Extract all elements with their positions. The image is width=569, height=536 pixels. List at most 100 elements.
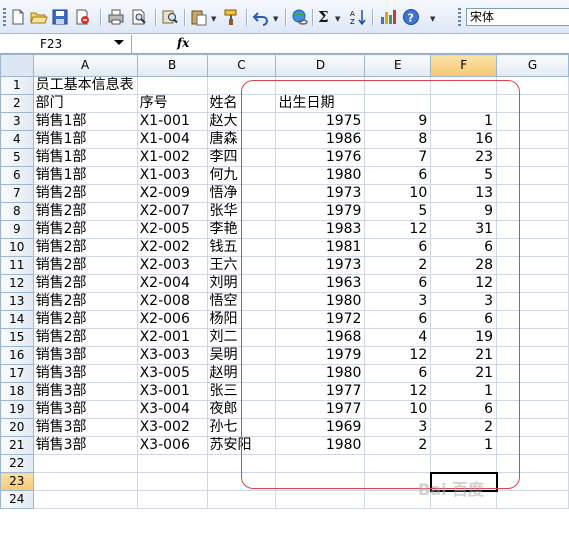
- cell-f20[interactable]: 2: [430, 418, 498, 437]
- cell-a4[interactable]: 销售1部: [32, 130, 138, 149]
- row-header[interactable]: 14: [0, 310, 34, 329]
- cell-f3[interactable]: 1: [430, 112, 498, 131]
- cell-c6[interactable]: 何九: [206, 166, 277, 185]
- research-icon[interactable]: [161, 8, 179, 26]
- cell-e14[interactable]: 6: [364, 310, 432, 329]
- row-header[interactable]: 1: [0, 76, 34, 95]
- row-header[interactable]: 17: [0, 364, 34, 383]
- toolbar-grip[interactable]: [458, 8, 461, 28]
- cell-e6[interactable]: 6: [364, 166, 432, 185]
- cell-c7[interactable]: 悟净: [206, 184, 277, 203]
- cell-c9[interactable]: 李艳: [206, 220, 277, 239]
- undo-icon[interactable]: [252, 8, 270, 26]
- cell-d12[interactable]: 1963: [275, 274, 366, 293]
- row-header[interactable]: 11: [0, 256, 34, 275]
- cell-e22[interactable]: [364, 454, 432, 473]
- cell-a14[interactable]: 销售2部: [32, 310, 138, 329]
- cell-f24[interactable]: [430, 490, 498, 509]
- cell-f2[interactable]: [430, 94, 498, 113]
- row-header[interactable]: 3: [0, 112, 34, 131]
- cell-d19[interactable]: 1977: [275, 400, 366, 419]
- font-name-select[interactable]: 宋体: [466, 8, 569, 26]
- cell-f22[interactable]: [430, 454, 498, 473]
- cell-d7[interactable]: 1973: [275, 184, 366, 203]
- cell-b18[interactable]: X3-001: [136, 382, 208, 401]
- cell-d10[interactable]: 1981: [275, 238, 366, 257]
- cell-b19[interactable]: X3-004: [136, 400, 208, 419]
- help-icon[interactable]: ?: [402, 8, 420, 26]
- cell-f18[interactable]: 1: [430, 382, 498, 401]
- cell-f5[interactable]: 23: [430, 148, 498, 167]
- formula-input[interactable]: [196, 35, 569, 53]
- column-header-f[interactable]: F: [430, 54, 498, 77]
- cell-g6[interactable]: [496, 166, 569, 185]
- cell-a15[interactable]: 销售2部: [32, 328, 138, 347]
- cell-a5[interactable]: 销售1部: [32, 148, 138, 167]
- cell-e18[interactable]: 12: [364, 382, 432, 401]
- chart-wizard-icon[interactable]: [379, 8, 397, 26]
- cell-a20[interactable]: 销售3部: [32, 418, 138, 437]
- column-header-a[interactable]: A: [32, 54, 138, 77]
- sort-ascending-icon[interactable]: AZ: [349, 8, 367, 26]
- cell-g13[interactable]: [496, 292, 569, 311]
- cell-a9[interactable]: 销售2部: [32, 220, 138, 239]
- cell-g23[interactable]: [496, 472, 569, 491]
- cell-c23[interactable]: [206, 472, 277, 491]
- row-header[interactable]: 18: [0, 382, 34, 401]
- cell-a24[interactable]: [32, 490, 138, 509]
- autosum-icon[interactable]: Σ: [318, 9, 329, 25]
- cell-d4[interactable]: 1986: [275, 130, 366, 149]
- cell-e11[interactable]: 2: [364, 256, 432, 275]
- undo-dropdown-arrow[interactable]: ▼: [273, 16, 278, 23]
- row-header[interactable]: 7: [0, 184, 34, 203]
- cell-a7[interactable]: 销售2部: [32, 184, 138, 203]
- cell-f21[interactable]: 1: [430, 436, 498, 455]
- cell-b8[interactable]: X2-007: [136, 202, 208, 221]
- permission-icon[interactable]: [73, 8, 91, 26]
- cell-a3[interactable]: 销售1部: [32, 112, 138, 131]
- cell-c20[interactable]: 孙七: [206, 418, 277, 437]
- cell-b7[interactable]: X2-009: [136, 184, 208, 203]
- cell-b6[interactable]: X1-003: [136, 166, 208, 185]
- cell-g22[interactable]: [496, 454, 569, 473]
- row-header[interactable]: 20: [0, 418, 34, 437]
- cell-e7[interactable]: 10: [364, 184, 432, 203]
- cell-c11[interactable]: 王六: [206, 256, 277, 275]
- print-icon[interactable]: [107, 8, 125, 26]
- cell-d21[interactable]: 1980: [275, 436, 366, 455]
- cell-b20[interactable]: X3-002: [136, 418, 208, 437]
- cell-g15[interactable]: [496, 328, 569, 347]
- cell-d17[interactable]: 1980: [275, 364, 366, 383]
- cell-f14[interactable]: 6: [430, 310, 498, 329]
- cell-e12[interactable]: 6: [364, 274, 432, 293]
- row-header[interactable]: 13: [0, 292, 34, 311]
- cell-f10[interactable]: 6: [430, 238, 498, 257]
- insert-function-icon[interactable]: fx: [177, 35, 189, 51]
- cell-b24[interactable]: [136, 490, 208, 509]
- cell-b13[interactable]: X2-008: [136, 292, 208, 311]
- cell-c5[interactable]: 李四: [206, 148, 277, 167]
- column-header-b[interactable]: B: [136, 54, 208, 77]
- row-header[interactable]: 9: [0, 220, 34, 239]
- cell-c19[interactable]: 夜郎: [206, 400, 277, 419]
- cell-g5[interactable]: [496, 148, 569, 167]
- cell-g21[interactable]: [496, 436, 569, 455]
- row-header[interactable]: 12: [0, 274, 34, 293]
- cell-b21[interactable]: X3-006: [136, 436, 208, 455]
- cell-g11[interactable]: [496, 256, 569, 275]
- column-header-d[interactable]: D: [275, 54, 366, 77]
- cell-e13[interactable]: 3: [364, 292, 432, 311]
- cell-a12[interactable]: 销售2部: [32, 274, 138, 293]
- cell-a1[interactable]: 员工基本信息表: [32, 76, 138, 95]
- row-header[interactable]: 5: [0, 148, 34, 167]
- cell-d20[interactable]: 1969: [275, 418, 366, 437]
- cell-b14[interactable]: X2-006: [136, 310, 208, 329]
- open-icon[interactable]: [30, 8, 48, 26]
- cell-d6[interactable]: 1980: [275, 166, 366, 185]
- paste-dropdown-arrow[interactable]: ▼: [211, 16, 216, 23]
- cell-g9[interactable]: [496, 220, 569, 239]
- cell-g17[interactable]: [496, 364, 569, 383]
- cell-g12[interactable]: [496, 274, 569, 293]
- new-icon[interactable]: [9, 8, 27, 26]
- cell-d22[interactable]: [275, 454, 366, 473]
